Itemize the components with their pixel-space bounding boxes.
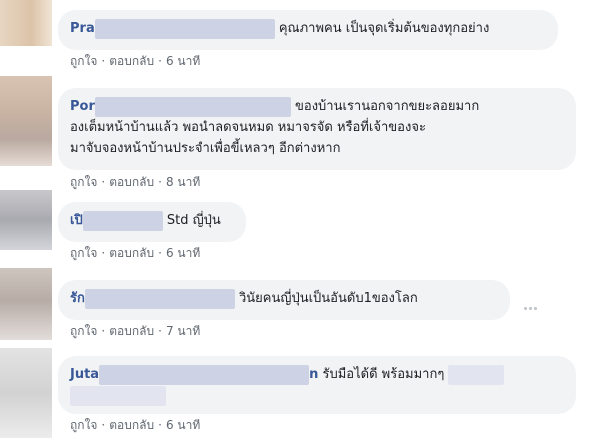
avatar[interactable] [0,348,52,438]
comment-bubble: Por ของบ้านเรานอกจากขยะลอยมาก องเต็มหน้า… [58,88,576,170]
timestamp[interactable]: 6 นาที [166,246,200,260]
comment-text: คุณภาพคน เป็นจุดเริ่มต้นของทุกอย่าง [278,21,490,36]
separator: · [101,175,106,189]
like-link[interactable]: ถูกใจ [70,246,97,260]
separator: · [158,54,162,68]
commenter-name[interactable]: Juta [70,367,99,382]
redacted-name [99,364,310,385]
like-link[interactable]: ถูกใจ [70,324,97,338]
commenter-name[interactable]: เปิ [70,213,83,228]
like-link[interactable]: ถูกใจ [70,175,97,189]
comment-bubble: รัก วินัยคนญี่ปุ่นเป็นอันดับ1ของโลก [58,280,510,320]
separator: · [101,246,106,260]
comment-actions: ถูกใจ · ตอบกลับ · 6 นาที [70,52,200,71]
comment-actions: ถูกใจ · ตอบกลับ · 6 นาที [70,416,200,435]
commenter-name-tail[interactable]: n [309,367,318,382]
separator: · [101,418,106,432]
separator: · [158,246,162,260]
separator: · [158,175,162,189]
avatar[interactable] [0,0,52,46]
commenter-name[interactable]: Pra [70,21,95,36]
reply-link[interactable]: ตอบกลับ [109,54,154,68]
redacted-text [448,364,505,385]
separator: · [101,54,106,68]
comment-2: Por ของบ้านเรานอกจากขยะลอยมาก องเต็มหน้า… [0,76,614,190]
reply-link[interactable]: ตอบกลับ [109,324,154,338]
like-link[interactable]: ถูกใจ [70,54,97,68]
commenter-name[interactable]: รัก [70,291,85,306]
comment-bubble: Pra คุณภาพคน เป็นจุดเริ่มต้นของทุกอย่าง [58,10,558,50]
comment-text-line-2: องเต็มหน้าบ้านแล้ว พอนำลดจนหมด หมาจรจัด … [70,120,426,135]
redacted-name [82,210,163,231]
comment-text-line-3: มาจับจองหน้าบ้านประจำเพื่อขี้เหลวๆ อีกต่… [70,141,341,156]
timestamp[interactable]: 7 นาที [166,324,200,338]
comment-bubble: เปิ Std ญี่ปุ่น [58,202,246,242]
comment-1: Pra คุณภาพคน เป็นจุดเริ่มต้นของทุกอย่าง … [0,0,614,76]
redacted-text [70,385,166,406]
timestamp[interactable]: 8 นาที [166,175,200,189]
redacted-name [94,18,275,39]
avatar[interactable] [0,190,52,250]
avatar[interactable] [0,268,52,340]
comment-text: วินัยคนญี่ปุ่นเป็นอันดับ1ของโลก [239,291,418,306]
more-options-icon[interactable] [524,298,540,314]
reply-link[interactable]: ตอบกลับ [109,418,154,432]
comment-text: รับมือได้ดี พร้อมมากๆ [322,367,445,382]
comment-actions: ถูกใจ · ตอบกลับ · 7 นาที [70,322,200,341]
avatar[interactable] [0,76,52,166]
comment-4: รัก วินัยคนญี่ปุ่นเป็นอันดับ1ของโลก ถูกใ… [0,268,614,348]
comment-text: Std ญี่ปุ่น [166,213,221,228]
separator: · [101,324,106,338]
separator: · [158,418,162,432]
timestamp[interactable]: 6 นาที [166,54,200,68]
comment-actions: ถูกใจ · ตอบกลับ · 6 นาที [70,244,200,263]
reply-link[interactable]: ตอบกลับ [109,175,154,189]
comment-3: เปิ Std ญี่ปุ่น ถูกใจ · ตอบกลับ · 6 นาที [0,190,614,268]
comment-bubble: Juta n รับมือได้ดี พร้อมมากๆ [58,356,576,414]
redacted-name [84,288,235,309]
like-link[interactable]: ถูกใจ [70,418,97,432]
timestamp[interactable]: 6 นาที [166,418,200,432]
separator: · [158,324,162,338]
redacted-name [94,96,291,117]
commenter-name[interactable]: Por [70,99,95,114]
comment-text-line-1: ของบ้านเรานอกจากขยะลอยมาก [295,99,480,114]
comment-5: Juta n รับมือได้ดี พร้อมมากๆ ถูกใจ · ตอบกลั… [0,348,614,444]
reply-link[interactable]: ตอบกลับ [109,246,154,260]
